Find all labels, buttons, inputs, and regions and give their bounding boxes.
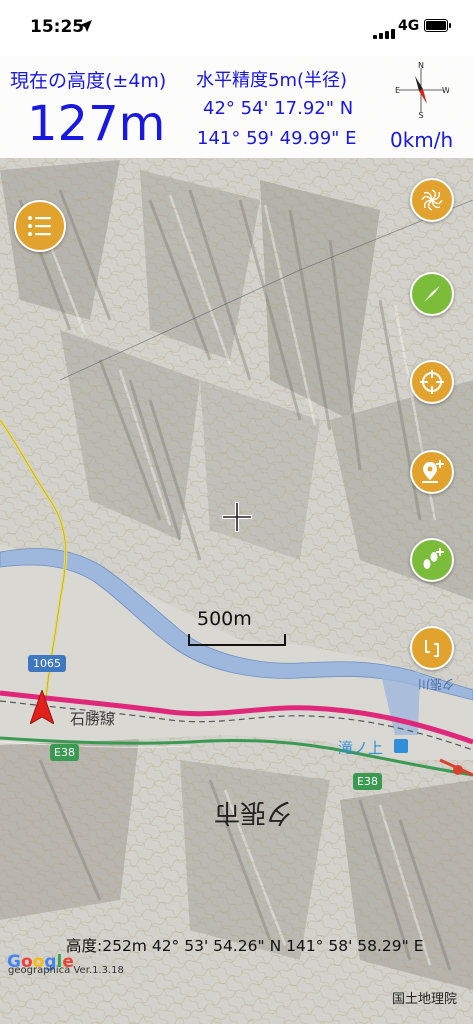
spiral-button[interactable]	[410, 178, 454, 222]
scale-bar	[188, 634, 286, 646]
location-services-icon	[80, 20, 92, 32]
app-version: geographica Ver.1.3.18	[8, 965, 124, 976]
route-1065-shield: 1065	[28, 655, 66, 672]
longitude-value: 141° 59' 49.99" E	[197, 128, 357, 149]
spiral-icon	[421, 189, 443, 211]
add-pin-button[interactable]	[410, 450, 454, 494]
add-track-icon	[423, 548, 444, 569]
compass-icon[interactable]: N S E W	[393, 62, 449, 118]
status-bar: 15:25 4G	[0, 0, 473, 56]
target-button[interactable]	[410, 360, 454, 404]
accuracy-label: 水平精度5m(半径)	[196, 70, 348, 91]
town-label: 夕張市	[214, 797, 293, 827]
speed-value: 0km/h	[390, 128, 454, 152]
compass-n: N	[418, 62, 424, 70]
add-pin-icon	[422, 460, 444, 483]
add-track-button[interactable]	[410, 538, 454, 582]
rail-line-label: 石勝線	[70, 710, 116, 728]
latitude-value: 42° 54' 17.92" N	[203, 98, 354, 119]
battery-icon	[424, 19, 448, 32]
target-icon	[420, 370, 444, 394]
river-label: 夕張川	[418, 677, 455, 691]
crosshair-icon	[222, 502, 252, 532]
compass-e: E	[395, 86, 400, 95]
scale-label: 500m	[197, 608, 252, 630]
cursor-coordinates: 高度:252m 42° 53' 54.26" N 141° 58' 58.29"…	[66, 937, 424, 955]
menu-button[interactable]	[14, 200, 66, 252]
expressway-shield-left: E38	[50, 744, 79, 761]
route-button[interactable]	[410, 626, 454, 670]
network-type: 4G	[398, 18, 420, 34]
cell-signal-icon	[373, 20, 397, 39]
menu-icon	[28, 216, 51, 236]
gsi-attribution: 国土地理院	[392, 992, 458, 1007]
expressway-shield-right: E38	[353, 773, 382, 790]
compass-w: W	[442, 86, 449, 95]
compass-needle-icon	[424, 286, 440, 302]
station-label: 滝ノ上	[338, 739, 384, 757]
altitude-label: 現在の高度(±4m)	[10, 70, 167, 92]
location-arrow-icon	[30, 690, 54, 724]
route-icon	[425, 640, 439, 657]
compass-button[interactable]	[410, 272, 454, 316]
altitude-value: 127m	[27, 96, 166, 152]
location-info-panel: 現在の高度(±4m) 127m 水平精度5m(半径) 42° 54' 17.92…	[0, 56, 473, 158]
compass-s: S	[418, 111, 423, 118]
battery-tip	[449, 23, 451, 28]
status-time: 15:25	[30, 17, 85, 37]
